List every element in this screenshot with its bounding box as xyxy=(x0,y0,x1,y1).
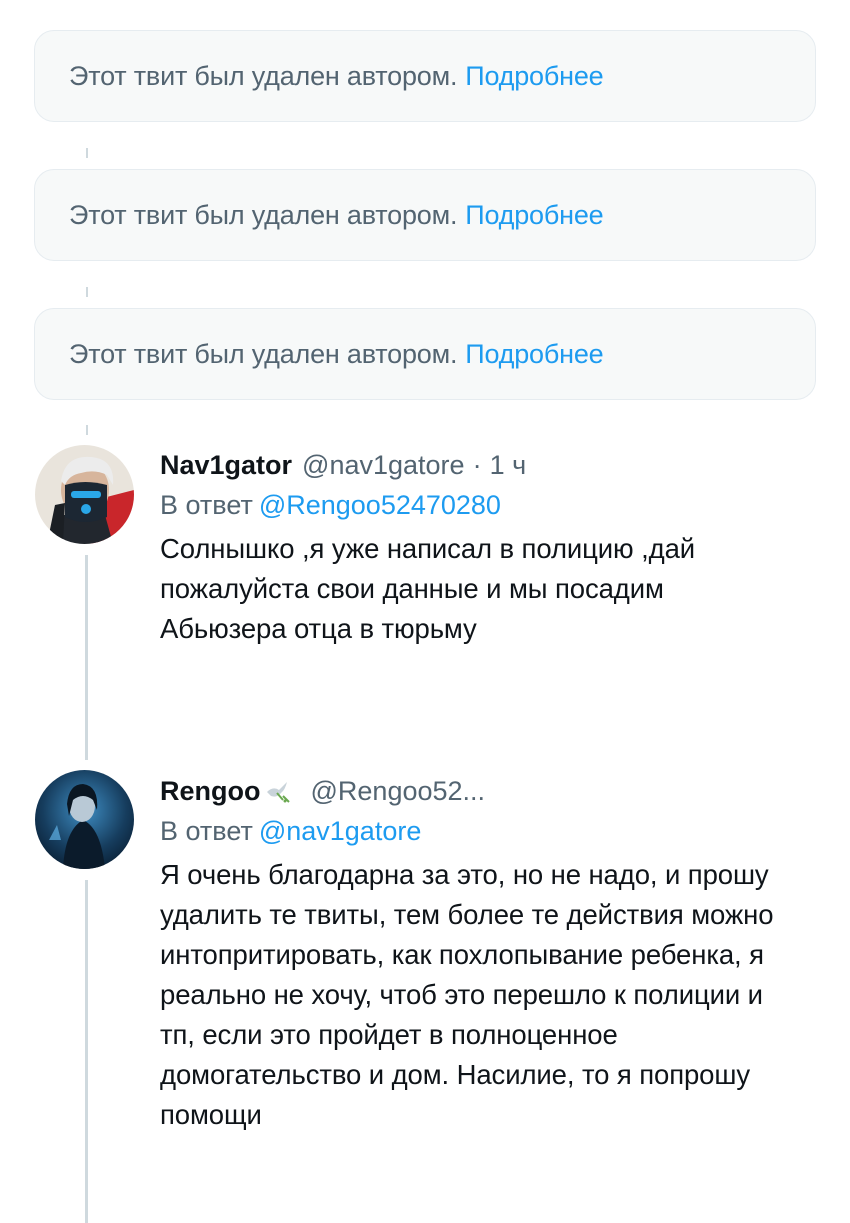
display-name[interactable]: Rengoo xyxy=(160,773,261,809)
tweet-header: Nav1gator @nav1gatore · 1 ч xyxy=(160,447,800,483)
tweet-text: Солнышко ,я уже написал в полицию ,дай п… xyxy=(160,533,696,644)
user-handle[interactable]: @Rengoo52... xyxy=(311,773,486,809)
learn-more-link[interactable]: Подробнее xyxy=(465,61,603,92)
reply-to-prefix: В ответ xyxy=(160,490,253,520)
timestamp[interactable]: 1 ч xyxy=(490,447,527,483)
reply-to-line: В ответ @nav1gatore xyxy=(160,813,800,849)
reply-to-mention[interactable]: @nav1gatore xyxy=(259,816,422,846)
deleted-notice-text: Этот твит был удален автором. xyxy=(69,199,458,230)
thread-connector xyxy=(86,425,88,435)
user-handle[interactable]: @nav1gatore xyxy=(302,447,465,483)
reply-to-line: В ответ @Rengoo52470280 xyxy=(160,487,800,523)
thread-line xyxy=(85,555,88,760)
thread-connector xyxy=(86,287,88,297)
reply-to-prefix: В ответ xyxy=(160,816,253,846)
learn-more-link[interactable]: Подробнее xyxy=(465,200,603,231)
deleted-tweet-notice: Этот твит был удален автором. Подробнее xyxy=(34,308,816,400)
avatar[interactable] xyxy=(35,445,134,544)
dove-icon xyxy=(266,782,290,803)
avatar[interactable] xyxy=(35,770,134,869)
separator-dot: · xyxy=(472,450,482,480)
thread-line xyxy=(85,880,88,1223)
reply-to-mention[interactable]: @Rengoo52470280 xyxy=(259,490,501,520)
deleted-notice-text: Этот твит был удален автором. xyxy=(69,338,458,369)
thread-connector xyxy=(86,148,88,158)
reply-tweet[interactable]: Rengoo @Rengoo52... В ответ @nav1gatore Я… xyxy=(160,773,800,1135)
tweet-text: Я очень благодарна за это, но не надо, и… xyxy=(160,859,774,1130)
learn-more-link[interactable]: Подробнее xyxy=(465,339,603,370)
deleted-notice-text: Этот твит был удален автором. xyxy=(69,60,458,91)
tweet-header: Rengoo @Rengoo52... xyxy=(160,773,800,809)
masked-character-avatar-icon xyxy=(35,445,134,544)
deleted-tweet-notice: Этот твит был удален автором. Подробнее xyxy=(34,30,816,122)
dark-blue-portrait-avatar-icon xyxy=(35,770,134,869)
deleted-tweet-notice: Этот твит был удален автором. Подробнее xyxy=(34,169,816,261)
display-name[interactable]: Nav1gator xyxy=(160,447,292,483)
reply-tweet[interactable]: Nav1gator @nav1gatore · 1 ч В ответ @Reng… xyxy=(160,447,800,649)
